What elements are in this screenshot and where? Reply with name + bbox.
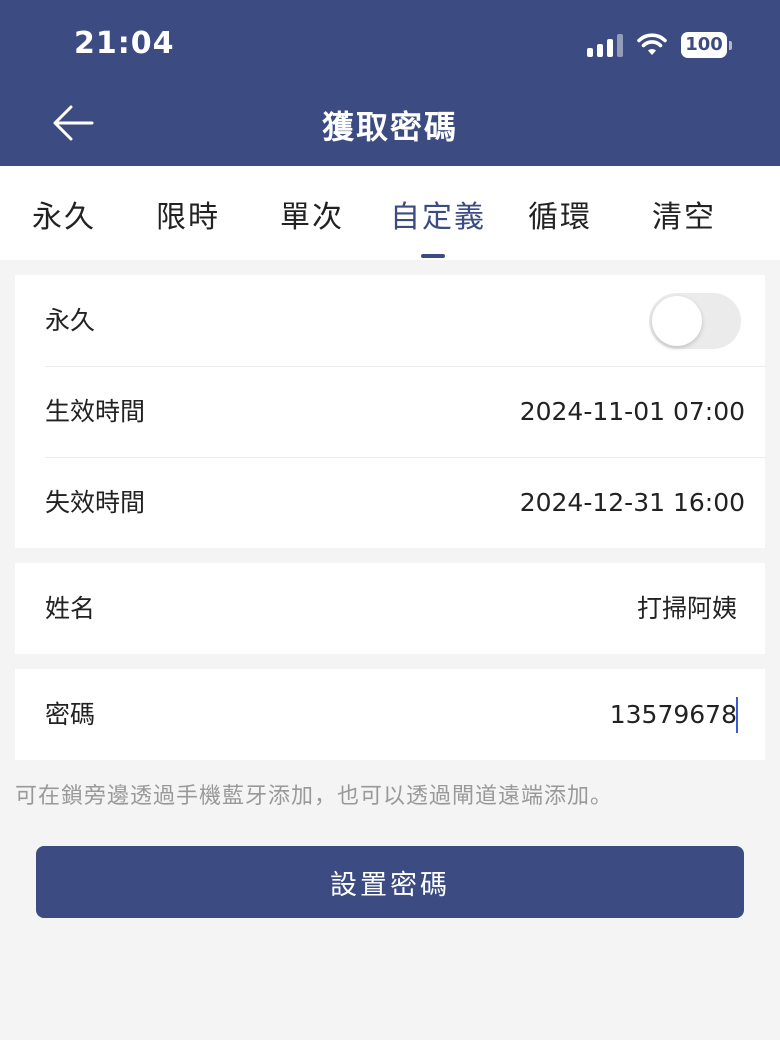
wifi-icon [637, 33, 667, 55]
status-time: 21:04 [74, 26, 175, 61]
permanent-row: 永久 [15, 275, 765, 366]
password-input[interactable] [437, 669, 737, 760]
text-caret [736, 697, 738, 733]
end-time-label: 失效時間 [45, 488, 146, 517]
status-icons: 100 [587, 28, 732, 62]
password-type-tabs: 永久 限時 單次 自定義 循環 清空 [0, 166, 780, 260]
name-label: 姓名 [45, 594, 96, 623]
hint-text: 可在鎖旁邊透過手機藍牙添加，也可以透過閘道遠端添加。 [15, 784, 614, 809]
battery-icon: 100 [681, 32, 732, 58]
end-time-row[interactable]: 失效時間 2024-12-31 16:00 [15, 457, 765, 548]
tab-clear[interactable]: 清空 [652, 192, 716, 236]
password-card: 密碼 [15, 669, 765, 760]
active-tab-indicator [421, 254, 445, 258]
tab-custom[interactable]: 自定義 [390, 192, 486, 236]
tab-permanent[interactable]: 永久 [32, 192, 96, 236]
tab-recurring[interactable]: 循環 [528, 192, 592, 236]
tab-one-time[interactable]: 單次 [280, 192, 344, 236]
permanent-toggle[interactable] [649, 293, 741, 349]
name-row[interactable]: 姓名 打掃阿姨 [15, 563, 765, 654]
password-row: 密碼 [15, 669, 765, 760]
start-time-row[interactable]: 生效時間 2024-11-01 07:00 [15, 366, 765, 457]
battery-level: 100 [681, 32, 727, 58]
start-time-label: 生效時間 [45, 397, 146, 426]
password-label: 密碼 [45, 700, 96, 729]
cellular-signal-icon [587, 33, 623, 57]
app-header: 21:04 100 獲取密碼 [0, 0, 780, 166]
end-time-value: 2024-12-31 16:00 [519, 488, 745, 517]
page-title: 獲取密碼 [321, 108, 458, 146]
name-value[interactable]: 打掃阿姨 [637, 563, 737, 654]
toggle-knob [652, 296, 702, 346]
set-password-button[interactable]: 設置密碼 [36, 846, 744, 918]
tab-time-limited[interactable]: 限時 [156, 192, 220, 236]
validity-card: 永久 生效時間 2024-11-01 07:00 失效時間 2024-12-31… [15, 275, 765, 548]
name-card: 姓名 打掃阿姨 [15, 563, 765, 654]
permanent-label: 永久 [45, 306, 96, 335]
start-time-value: 2024-11-01 07:00 [519, 397, 745, 426]
